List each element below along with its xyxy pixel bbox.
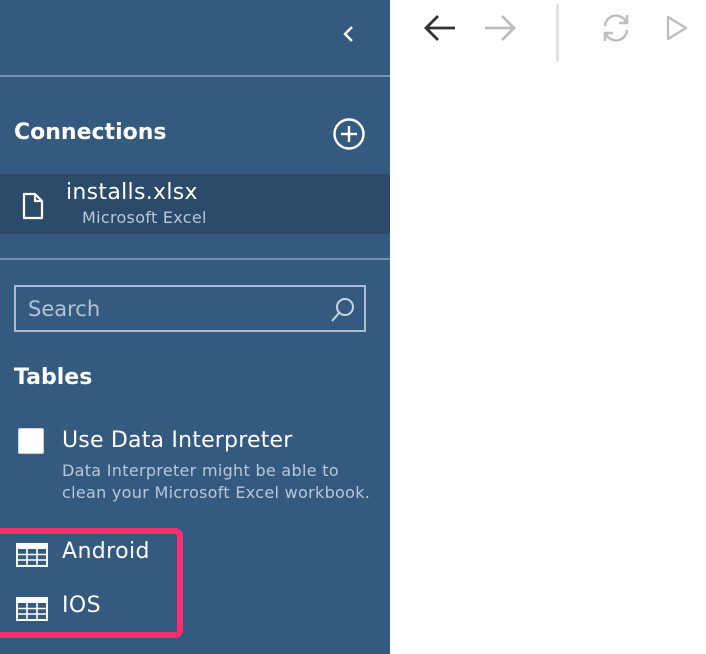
play-icon bbox=[666, 15, 688, 41]
divider bbox=[0, 258, 390, 260]
add-connection-button[interactable] bbox=[332, 117, 366, 151]
data-interpreter-description: Data Interpreter might be able to clean … bbox=[62, 461, 371, 502]
use-data-interpreter-label: Use Data Interpreter bbox=[62, 428, 293, 453]
file-icon bbox=[22, 192, 44, 220]
chevron-left-icon bbox=[343, 26, 353, 42]
plus-circle-icon bbox=[333, 118, 365, 150]
search-input[interactable] bbox=[28, 295, 318, 323]
table-label: IOS bbox=[62, 593, 101, 618]
divider bbox=[0, 75, 390, 77]
data-source-sidebar: Connections installs.xlsx Microsoft Exce… bbox=[0, 0, 390, 654]
connection-name: installs.xlsx bbox=[66, 180, 198, 205]
run-button[interactable] bbox=[656, 8, 696, 48]
refresh-icon bbox=[603, 14, 629, 42]
table-item-ios[interactable]: IOS bbox=[0, 587, 390, 629]
search-box bbox=[14, 285, 366, 332]
back-button[interactable] bbox=[420, 8, 460, 48]
table-icon bbox=[16, 597, 48, 621]
arrow-left-icon bbox=[424, 15, 455, 41]
tables-title: Tables bbox=[14, 365, 93, 390]
connection-type: Microsoft Excel bbox=[82, 208, 207, 227]
app-window: Connections installs.xlsx Microsoft Exce… bbox=[0, 0, 706, 654]
arrow-right-icon bbox=[485, 15, 516, 41]
table-item-android[interactable]: Android bbox=[0, 533, 390, 575]
collapse-sidebar-button[interactable] bbox=[336, 20, 362, 48]
connections-title: Connections bbox=[14, 120, 167, 145]
table-label: Android bbox=[62, 539, 150, 564]
refresh-button[interactable] bbox=[596, 8, 636, 48]
connection-item-installs[interactable]: installs.xlsx Microsoft Excel bbox=[0, 174, 390, 234]
table-icon bbox=[16, 543, 48, 567]
toolbar-separator bbox=[556, 4, 559, 62]
use-data-interpreter-checkbox[interactable] bbox=[18, 428, 44, 454]
forward-button[interactable] bbox=[480, 8, 520, 48]
search-icon[interactable] bbox=[329, 296, 357, 324]
